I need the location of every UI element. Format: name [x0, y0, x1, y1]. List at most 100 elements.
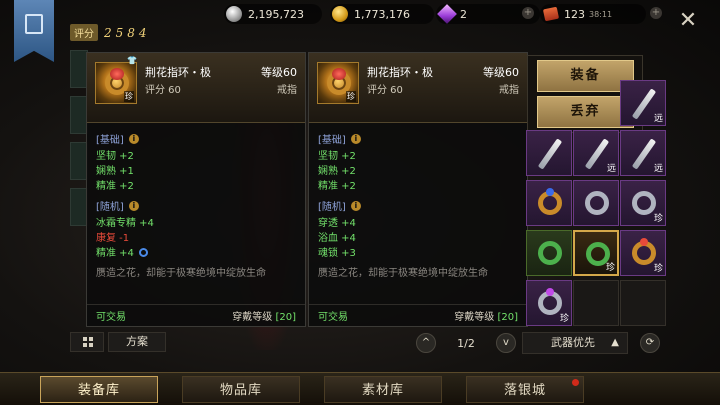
- random-section-title: [随机] i: [318, 198, 518, 213]
- tooltip-body: [基础] i 坚韧 +2 娴熟 +2 精准 +2 [随机] i 穿透 +4 浴血 +…: [309, 123, 527, 287]
- info-icon[interactable]: i: [350, 200, 361, 211]
- sort-select[interactable]: 武器优先 ▲: [522, 332, 628, 354]
- item-name: 荆花指环・极: [367, 66, 433, 79]
- slot-tag: 珍: [653, 264, 663, 274]
- info-icon[interactable]: i: [128, 133, 139, 144]
- grid-view-button[interactable]: [70, 332, 104, 352]
- slot-tag: 远: [653, 114, 663, 124]
- inventory-slot[interactable]: 珍: [620, 180, 666, 226]
- silver-currency: 2,195,723: [224, 4, 322, 24]
- gem-icon: [437, 4, 457, 24]
- stat-line: 冰霜专精 +4: [96, 218, 154, 229]
- ring-item-icon: 珍: [317, 62, 359, 104]
- tab-city[interactable]: 落银城: [466, 376, 584, 403]
- weapon-icon: [631, 88, 657, 120]
- rating-label: 评分: [70, 24, 98, 41]
- item-rarity-label: 珍: [124, 91, 134, 102]
- item-slot-type: 戒指: [499, 85, 519, 96]
- item-rarity-label: 珍: [346, 91, 356, 102]
- item-score: 评分 60: [145, 85, 181, 96]
- base-section-title: [基础] i: [318, 131, 518, 146]
- inventory-slot[interactable]: [526, 130, 572, 176]
- info-icon[interactable]: i: [350, 133, 361, 144]
- stat-line: 娴熟 +2: [318, 166, 356, 177]
- tooltip-footer: 可交易 穿戴等级 [20]: [87, 304, 305, 326]
- inventory-slot[interactable]: 珍: [620, 230, 666, 276]
- item-description: 赝造之花，却能于极寒绝境中绽放生命: [96, 268, 266, 279]
- ticket-timer: 38:11: [589, 9, 613, 19]
- item-score: 评分 60: [367, 85, 403, 96]
- tab-items[interactable]: 物品库: [182, 376, 300, 403]
- rating-value: 2584: [104, 25, 151, 40]
- page-indicator: 1/2: [457, 336, 475, 350]
- plan-button[interactable]: 方案: [108, 332, 166, 352]
- ring-icon: [538, 288, 562, 315]
- tradable-label: 可交易: [96, 312, 126, 323]
- ring-icon: [538, 188, 562, 215]
- tooltip-header: 珍 荆花指环・极 评分 60 等级60 戒指: [309, 53, 527, 123]
- inventory-slot[interactable]: 远: [573, 130, 619, 176]
- item-slot-type: 戒指: [277, 85, 297, 96]
- item-name: 荆花指环・极: [145, 66, 211, 79]
- slot-tag: 珍: [605, 263, 615, 273]
- inventory-slot[interactable]: [526, 180, 572, 226]
- page-down-button[interactable]: v: [495, 333, 516, 353]
- stat-line-locked: 精准 +4: [96, 246, 296, 261]
- add-gem-button[interactable]: +: [522, 7, 534, 19]
- inventory-slot[interactable]: [526, 230, 572, 276]
- gold-amount: 1,773,176: [354, 7, 410, 21]
- silver-coin-icon: [226, 6, 242, 22]
- inventory-slot-empty[interactable]: [620, 280, 666, 326]
- stat-line: 坚韧 +2: [318, 151, 356, 162]
- inventory-slot[interactable]: [573, 180, 619, 226]
- inventory-slot[interactable]: 远: [620, 80, 666, 126]
- wear-requirement: 穿戴等级 [20]: [232, 312, 296, 323]
- inventory-slot[interactable]: 远: [620, 130, 666, 176]
- tooltip-header: 珍 👕 荆花指环・极 评分 60 等级60 戒指: [87, 53, 305, 123]
- slot-tag: 珍: [653, 214, 663, 224]
- pagination: ^ 1/2 v: [416, 332, 516, 354]
- silver-amount: 2,195,723: [248, 7, 304, 21]
- banner-emblem-icon: [25, 14, 43, 34]
- tab-equipment[interactable]: 装备库: [40, 376, 158, 403]
- item-tooltip-equipped: 珍 👕 荆花指环・极 评分 60 等级60 戒指 [基础] i 坚韧 +2 娴熟 …: [86, 52, 306, 327]
- item-description: 赝造之花，却能于极寒绝境中绽放生命: [318, 268, 488, 279]
- slot-tag: 远: [606, 164, 616, 174]
- weapon-icon: [584, 138, 610, 170]
- stat-line: 坚韧 +2: [96, 151, 134, 162]
- gold-currency: 1,773,176: [330, 4, 434, 24]
- ring-item-icon: 珍: [95, 62, 137, 104]
- refresh-icon[interactable]: ⟳: [640, 333, 660, 353]
- ticket-currency: 123 38:11: [540, 4, 646, 24]
- sort-value: 武器优先: [551, 336, 595, 349]
- equipped-shirt-icon: 👕: [127, 56, 137, 65]
- add-ticket-button[interactable]: +: [650, 7, 662, 19]
- weapon-icon: [537, 138, 563, 170]
- stat-line: 精准 +2: [96, 181, 134, 192]
- ticket-icon: [542, 6, 560, 22]
- tab-materials[interactable]: 素材库: [324, 376, 442, 403]
- inventory-slot-empty[interactable]: [573, 280, 619, 326]
- ring-icon: [632, 238, 656, 265]
- guild-banner[interactable]: [14, 0, 54, 62]
- inventory-slot[interactable]: 珍: [526, 280, 572, 326]
- bottom-tab-bar: 装备库 物品库 素材库 落银城: [0, 372, 720, 405]
- stat-line: 精准 +2: [318, 181, 356, 192]
- ring-icon: [585, 191, 609, 215]
- info-icon[interactable]: i: [128, 200, 139, 211]
- item-level: 等级60: [261, 66, 297, 79]
- weapon-icon: [631, 138, 657, 170]
- inventory-slot-selected[interactable]: 珍: [573, 230, 619, 276]
- item-tooltip-compare: 珍 荆花指环・极 评分 60 等级60 戒指 [基础] i 坚韧 +2 娴熟 +2…: [308, 52, 528, 327]
- random-section-title: [随机] i: [96, 198, 296, 213]
- chevron-up-icon: ▲: [611, 337, 619, 348]
- ring-icon: [632, 191, 656, 215]
- rating-display: 评分 2584: [70, 24, 151, 41]
- tooltip-body: [基础] i 坚韧 +2 娴熟 +1 精准 +2 [随机] i 冰霜专精 +4 康复…: [87, 123, 305, 287]
- lock-icon[interactable]: [138, 248, 148, 257]
- stat-line: 穿透 +4: [318, 218, 356, 229]
- close-icon[interactable]: ✕: [676, 10, 700, 34]
- page-up-button[interactable]: ^: [416, 333, 436, 353]
- game-scene: 2,195,723 1,773,176 2 + 123 38:11 + ✕ 评分…: [0, 0, 720, 405]
- stat-line-negative: 康复 -1: [96, 233, 130, 244]
